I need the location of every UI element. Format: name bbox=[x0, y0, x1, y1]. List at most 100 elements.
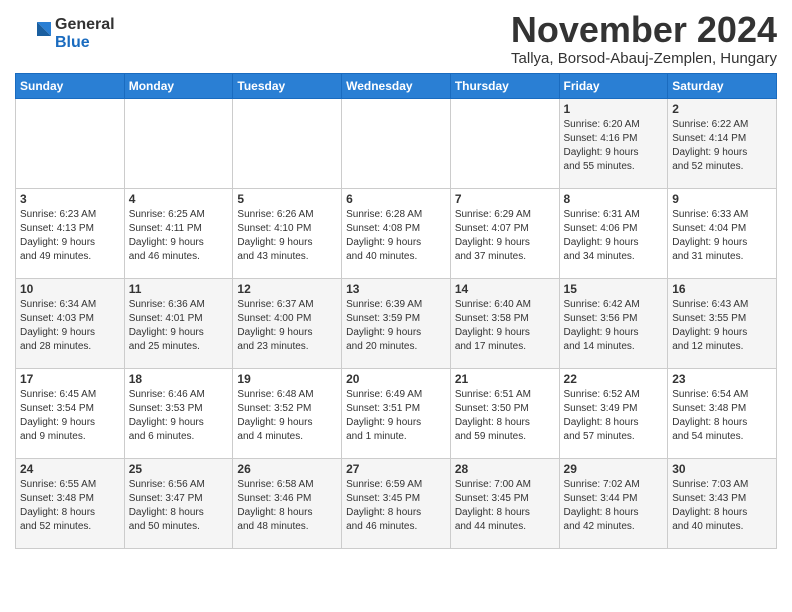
day-cell: 19Sunrise: 6:48 AM Sunset: 3:52 PM Dayli… bbox=[233, 368, 342, 458]
day-number: 3 bbox=[20, 192, 120, 206]
day-cell: 9Sunrise: 6:33 AM Sunset: 4:04 PM Daylig… bbox=[668, 188, 777, 278]
day-cell: 10 Sunrise: 6:34 AM Sunset: 4:03 PM Dayli… bbox=[16, 278, 125, 368]
day-cell: 26 Sunrise: 6:58 AM Sunset: 3:46 PM Dayli… bbox=[233, 458, 342, 548]
day-number: 11 bbox=[129, 282, 229, 296]
day-info: Sunrise: 6:52 AM Sunset: 3:49 PM Dayligh… bbox=[564, 388, 664, 444]
day-info: Sunrise: 6:20 AM Sunset: 4:16 PM Dayligh… bbox=[564, 118, 664, 174]
day-info: Sunrise: 6:55 AM Sunset: 3:48 PM Dayligh… bbox=[20, 478, 120, 534]
day-number: 1 bbox=[564, 102, 664, 116]
day-info: Sunrise: 6:49 AM Sunset: 3:51 PM Dayligh… bbox=[346, 388, 446, 444]
page: General Blue November 2024 Tallya, Borso… bbox=[0, 0, 792, 559]
day-cell: 17Sunrise: 6:45 AM Sunset: 3:54 PM Dayli… bbox=[16, 368, 125, 458]
day-number: 24 bbox=[20, 462, 120, 476]
header-day-wednesday: Wednesday bbox=[342, 73, 451, 98]
week-row-3: 17Sunrise: 6:45 AM Sunset: 3:54 PM Dayli… bbox=[16, 368, 777, 458]
day-info: Sunrise: 6:36 AM Sunset: 4:01 PM Dayligh… bbox=[129, 298, 229, 354]
day-cell: 6 Sunrise: 6:28 AM Sunset: 4:08 PM Daylig… bbox=[342, 188, 451, 278]
day-info: Sunrise: 6:23 AM Sunset: 4:13 PM Dayligh… bbox=[20, 208, 120, 264]
day-cell: 8 Sunrise: 6:31 AM Sunset: 4:06 PM Daylig… bbox=[559, 188, 668, 278]
header-day-monday: Monday bbox=[124, 73, 233, 98]
day-cell: 24 Sunrise: 6:55 AM Sunset: 3:48 PM Dayli… bbox=[16, 458, 125, 548]
day-info: Sunrise: 6:25 AM Sunset: 4:11 PM Dayligh… bbox=[129, 208, 229, 264]
day-info: Sunrise: 6:28 AM Sunset: 4:08 PM Dayligh… bbox=[346, 208, 446, 264]
header-day-sunday: Sunday bbox=[16, 73, 125, 98]
title-area: November 2024 Tallya, Borsod-Abauj-Zempl… bbox=[511, 10, 777, 67]
day-number: 8 bbox=[564, 192, 664, 206]
day-cell bbox=[16, 98, 125, 188]
day-info: Sunrise: 6:46 AM Sunset: 3:53 PM Dayligh… bbox=[129, 388, 229, 444]
day-number: 25 bbox=[129, 462, 229, 476]
day-number: 28 bbox=[455, 462, 555, 476]
day-info: Sunrise: 6:29 AM Sunset: 4:07 PM Dayligh… bbox=[455, 208, 555, 264]
day-number: 20 bbox=[346, 372, 446, 386]
day-info: Sunrise: 6:40 AM Sunset: 3:58 PM Dayligh… bbox=[455, 298, 555, 354]
day-info: Sunrise: 7:00 AM Sunset: 3:45 PM Dayligh… bbox=[455, 478, 555, 534]
day-cell bbox=[342, 98, 451, 188]
day-info: Sunrise: 6:43 AM Sunset: 3:55 PM Dayligh… bbox=[672, 298, 772, 354]
day-number: 10 bbox=[20, 282, 120, 296]
day-number: 14 bbox=[455, 282, 555, 296]
day-cell: 3 Sunrise: 6:23 AM Sunset: 4:13 PM Daylig… bbox=[16, 188, 125, 278]
day-cell: 30 Sunrise: 7:03 AM Sunset: 3:43 PM Dayli… bbox=[668, 458, 777, 548]
day-cell bbox=[450, 98, 559, 188]
day-info: Sunrise: 6:22 AM Sunset: 4:14 PM Dayligh… bbox=[672, 118, 772, 174]
week-row-2: 10 Sunrise: 6:34 AM Sunset: 4:03 PM Dayli… bbox=[16, 278, 777, 368]
day-info: Sunrise: 6:56 AM Sunset: 3:47 PM Dayligh… bbox=[129, 478, 229, 534]
day-info: Sunrise: 6:31 AM Sunset: 4:06 PM Dayligh… bbox=[564, 208, 664, 264]
day-cell: 25 Sunrise: 6:56 AM Sunset: 3:47 PM Dayli… bbox=[124, 458, 233, 548]
day-number: 6 bbox=[346, 192, 446, 206]
day-number: 29 bbox=[564, 462, 664, 476]
day-cell: 23Sunrise: 6:54 AM Sunset: 3:48 PM Dayli… bbox=[668, 368, 777, 458]
calendar: SundayMondayTuesdayWednesdayThursdayFrid… bbox=[15, 73, 777, 549]
day-cell: 14 Sunrise: 6:40 AM Sunset: 3:58 PM Dayli… bbox=[450, 278, 559, 368]
logo-general: General bbox=[55, 16, 115, 34]
calendar-header: SundayMondayTuesdayWednesdayThursdayFrid… bbox=[16, 73, 777, 98]
header-day-friday: Friday bbox=[559, 73, 668, 98]
day-number: 21 bbox=[455, 372, 555, 386]
day-number: 17 bbox=[20, 372, 120, 386]
day-info: Sunrise: 6:26 AM Sunset: 4:10 PM Dayligh… bbox=[237, 208, 337, 264]
day-number: 27 bbox=[346, 462, 446, 476]
day-number: 9 bbox=[672, 192, 772, 206]
day-number: 16 bbox=[672, 282, 772, 296]
day-number: 12 bbox=[237, 282, 337, 296]
day-number: 30 bbox=[672, 462, 772, 476]
day-number: 15 bbox=[564, 282, 664, 296]
day-info: Sunrise: 7:03 AM Sunset: 3:43 PM Dayligh… bbox=[672, 478, 772, 534]
day-number: 7 bbox=[455, 192, 555, 206]
day-info: Sunrise: 7:02 AM Sunset: 3:44 PM Dayligh… bbox=[564, 478, 664, 534]
subtitle: Tallya, Borsod-Abauj-Zemplen, Hungary bbox=[511, 50, 777, 67]
day-cell: 28 Sunrise: 7:00 AM Sunset: 3:45 PM Dayli… bbox=[450, 458, 559, 548]
week-row-1: 3 Sunrise: 6:23 AM Sunset: 4:13 PM Daylig… bbox=[16, 188, 777, 278]
day-number: 5 bbox=[237, 192, 337, 206]
day-cell: 2 Sunrise: 6:22 AM Sunset: 4:14 PM Daylig… bbox=[668, 98, 777, 188]
logo-text: General Blue bbox=[55, 16, 115, 51]
header-row: SundayMondayTuesdayWednesdayThursdayFrid… bbox=[16, 73, 777, 98]
logo-blue: Blue bbox=[55, 34, 115, 52]
day-info: Sunrise: 6:58 AM Sunset: 3:46 PM Dayligh… bbox=[237, 478, 337, 534]
day-cell: 1 Sunrise: 6:20 AM Sunset: 4:16 PM Daylig… bbox=[559, 98, 668, 188]
day-number: 18 bbox=[129, 372, 229, 386]
logo-icon bbox=[15, 16, 51, 52]
day-cell: 18 Sunrise: 6:46 AM Sunset: 3:53 PM Dayli… bbox=[124, 368, 233, 458]
day-number: 2 bbox=[672, 102, 772, 116]
day-cell: 21 Sunrise: 6:51 AM Sunset: 3:50 PM Dayli… bbox=[450, 368, 559, 458]
header-day-thursday: Thursday bbox=[450, 73, 559, 98]
day-info: Sunrise: 6:39 AM Sunset: 3:59 PM Dayligh… bbox=[346, 298, 446, 354]
header-day-saturday: Saturday bbox=[668, 73, 777, 98]
week-row-4: 24 Sunrise: 6:55 AM Sunset: 3:48 PM Dayli… bbox=[16, 458, 777, 548]
day-number: 22 bbox=[564, 372, 664, 386]
day-info: Sunrise: 6:51 AM Sunset: 3:50 PM Dayligh… bbox=[455, 388, 555, 444]
day-cell: 29 Sunrise: 7:02 AM Sunset: 3:44 PM Dayli… bbox=[559, 458, 668, 548]
day-cell: 15Sunrise: 6:42 AM Sunset: 3:56 PM Dayli… bbox=[559, 278, 668, 368]
day-cell: 5 Sunrise: 6:26 AM Sunset: 4:10 PM Daylig… bbox=[233, 188, 342, 278]
logo: General Blue bbox=[15, 16, 115, 52]
day-cell bbox=[124, 98, 233, 188]
day-info: Sunrise: 6:34 AM Sunset: 4:03 PM Dayligh… bbox=[20, 298, 120, 354]
day-cell: 7 Sunrise: 6:29 AM Sunset: 4:07 PM Daylig… bbox=[450, 188, 559, 278]
day-cell: 16 Sunrise: 6:43 AM Sunset: 3:55 PM Dayli… bbox=[668, 278, 777, 368]
day-number: 4 bbox=[129, 192, 229, 206]
week-row-0: 1 Sunrise: 6:20 AM Sunset: 4:16 PM Daylig… bbox=[16, 98, 777, 188]
day-cell: 12Sunrise: 6:37 AM Sunset: 4:00 PM Dayli… bbox=[233, 278, 342, 368]
day-number: 26 bbox=[237, 462, 337, 476]
